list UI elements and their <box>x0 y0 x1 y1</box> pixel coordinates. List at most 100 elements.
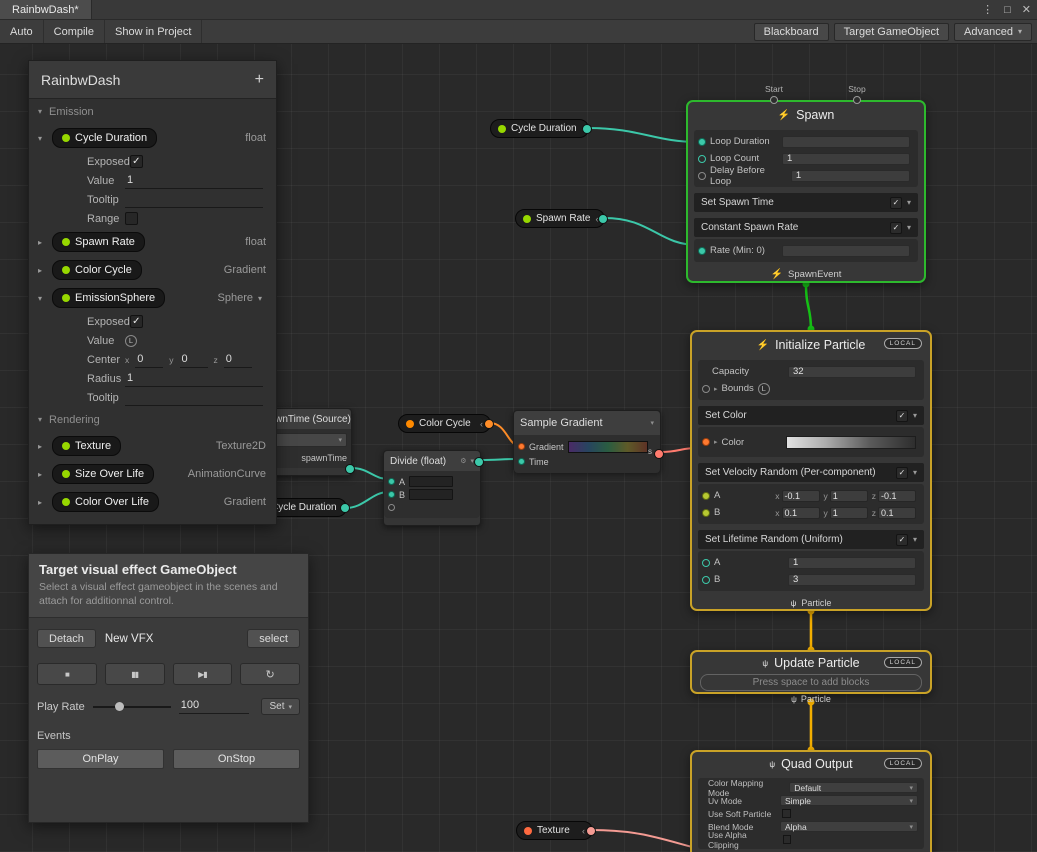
chevron-right-icon[interactable]: ▸ <box>38 498 46 507</box>
center-y-field[interactable]: 0 <box>180 352 208 368</box>
param-cycle-duration[interactable]: ▾ Cycle Duration float <box>29 124 276 152</box>
texture-output-port[interactable] <box>586 826 596 836</box>
chevron-down-icon[interactable]: ▾ <box>650 419 654 427</box>
initialize-particle-node[interactable]: ⚡ Initialize Particle LOCAL Capacity 32 … <box>690 330 932 611</box>
compile-button[interactable]: Compile <box>44 20 105 43</box>
set-spawn-time-block[interactable]: Set Spawn Time ✓ ▾ <box>694 193 918 212</box>
color-mapping-dropdown[interactable]: Default ▾ <box>789 782 918 793</box>
block-enabled-checkbox[interactable]: ✓ <box>896 467 908 479</box>
update-particle-node[interactable]: ψ Update Particle LOCAL Press space to a… <box>690 650 932 694</box>
chevron-down-icon[interactable]: ▾ <box>913 468 917 477</box>
param-size-over-life[interactable]: ▸ Size Over Life AnimationCurve <box>29 460 276 488</box>
cycle-duration-output-port[interactable] <box>582 124 592 134</box>
param-color-cycle[interactable]: ▸ Color Cycle Gradient <box>29 256 276 284</box>
chevron-down-icon[interactable]: ▾ <box>38 294 46 303</box>
advanced-dropdown[interactable]: Advanced ▾ <box>954 23 1032 41</box>
delay-port[interactable] <box>698 172 706 180</box>
pause-button[interactable]: ▮▮ <box>105 663 165 685</box>
lifetime-b-port[interactable] <box>702 576 710 584</box>
cycle-duration-param-node[interactable]: Cycle Duration ‹ <box>490 119 589 138</box>
block-enabled-checkbox[interactable]: ✓ <box>890 197 902 209</box>
uv-mode-dropdown[interactable]: Simple ▾ <box>780 795 918 806</box>
chevron-right-icon[interactable]: ▸ <box>714 385 718 393</box>
velocity-b-x-field[interactable]: 0.1 <box>782 507 820 519</box>
texture-pill[interactable]: Texture <box>52 436 121 456</box>
block-enabled-checkbox[interactable]: ✓ <box>896 534 908 546</box>
time-input-port[interactable] <box>518 458 525 465</box>
cycle-duration-pill[interactable]: Cycle Duration <box>52 128 157 148</box>
collapse-icon[interactable]: ‹ <box>582 826 585 836</box>
lifetime-a-port[interactable] <box>702 559 710 567</box>
chevron-down-icon[interactable]: ▾ <box>38 134 46 143</box>
sample-output-port[interactable] <box>654 449 664 459</box>
category-rendering[interactable]: ▾ Rendering <box>29 407 276 432</box>
color-port[interactable] <box>702 438 710 446</box>
block-enabled-checkbox[interactable]: ✓ <box>890 222 902 234</box>
divide-node-header[interactable]: Divide (float) ⚙ ▾ <box>384 451 480 471</box>
loop-duration-port[interactable] <box>698 138 706 146</box>
divide-node[interactable]: Divide (float) ⚙ ▾ A B <box>383 450 481 526</box>
color-gradient-field[interactable] <box>786 436 916 449</box>
alpha-clipping-checkbox[interactable] <box>783 835 791 844</box>
exposed-checkbox[interactable]: ✓ <box>130 155 143 168</box>
color-cycle-pill[interactable]: Color Cycle <box>52 260 142 280</box>
rate-field[interactable] <box>782 245 910 257</box>
spawn-rate-param-node[interactable]: Spawn Rate ‹ <box>515 209 605 228</box>
select-button[interactable]: select <box>247 629 300 648</box>
spawn-rate-pill[interactable]: Spawn Rate <box>52 232 145 252</box>
menu-icon[interactable]: ⋮ <box>982 3 993 16</box>
spawntime-output-port[interactable] <box>345 464 355 474</box>
value-link-button[interactable]: L <box>125 335 137 347</box>
color-cycle-param-node[interactable]: Color Cycle ‹ <box>398 414 491 433</box>
step-button[interactable]: ▶▮ <box>173 663 233 685</box>
slider-thumb[interactable] <box>115 702 124 711</box>
param-texture[interactable]: ▸ Texture Texture2D <box>29 432 276 460</box>
chevron-right-icon[interactable]: ▸ <box>38 238 46 247</box>
gradient-input-port[interactable] <box>518 443 525 450</box>
block-enabled-checkbox[interactable]: ✓ <box>896 410 908 422</box>
divide-output-port[interactable] <box>474 457 484 467</box>
category-emission[interactable]: ▾ Emission <box>29 99 276 124</box>
tooltip-field[interactable] <box>125 390 263 406</box>
chevron-down-icon[interactable]: ▾ <box>913 535 917 544</box>
divide-a-port[interactable] <box>388 478 395 485</box>
divide-extra-port[interactable] <box>388 504 395 511</box>
loop-count-port[interactable] <box>698 155 706 163</box>
chevron-right-icon[interactable]: ▸ <box>38 442 46 451</box>
param-color-over-life[interactable]: ▸ Color Over Life Gradient <box>29 488 276 516</box>
show-in-project-button[interactable]: Show in Project <box>105 20 202 43</box>
divide-b-field[interactable] <box>409 489 453 500</box>
emission-sphere-pill[interactable]: EmissionSphere <box>52 288 165 308</box>
velocity-a-port[interactable] <box>702 492 710 500</box>
center-x-field[interactable]: 0 <box>135 352 163 368</box>
blend-mode-dropdown[interactable]: Alpha ▾ <box>780 821 918 832</box>
soft-particle-checkbox[interactable] <box>782 809 791 818</box>
loop-duration-field[interactable] <box>782 136 910 148</box>
lifetime-a-field[interactable]: 1 <box>788 557 916 569</box>
chevron-down-icon[interactable]: ▾ <box>907 223 911 232</box>
chevron-down-icon[interactable]: ▾ <box>913 411 917 420</box>
range-checkbox[interactable] <box>125 212 138 225</box>
color-over-life-pill[interactable]: Color Over Life <box>52 492 159 512</box>
delay-field[interactable]: 1 <box>791 170 910 182</box>
initialize-node-header[interactable]: ⚡ Initialize Particle LOCAL <box>692 332 930 358</box>
velocity-b-z-field[interactable]: 0.1 <box>878 507 916 519</box>
chevron-down-icon[interactable]: ▾ <box>258 294 266 303</box>
chevron-right-icon[interactable]: ▸ <box>714 438 718 446</box>
chevron-down-icon[interactable]: ▾ <box>907 198 911 207</box>
close-icon[interactable]: ✕ <box>1022 3 1031 16</box>
gear-icon[interactable]: ⚙ <box>460 457 466 465</box>
stop-button[interactable]: ■ <box>37 663 97 685</box>
cycle-duration-output-port-2[interactable] <box>340 503 350 513</box>
update-node-header[interactable]: ψ Update Particle LOCAL <box>692 652 930 674</box>
gradient-preview[interactable] <box>568 441 648 453</box>
set-rate-button[interactable]: Set ▾ <box>261 698 300 715</box>
quad-output-node[interactable]: ψ Quad Output LOCAL Color Mapping Mode D… <box>690 750 932 852</box>
velocity-a-y-field[interactable]: 1 <box>830 490 868 502</box>
divide-b-port[interactable] <box>388 491 395 498</box>
loop-count-field[interactable]: 1 <box>782 153 910 165</box>
lifetime-b-field[interactable]: 3 <box>788 574 916 586</box>
spawn-stop-port[interactable] <box>853 96 861 104</box>
color-cycle-output-port[interactable] <box>484 419 494 429</box>
add-block-placeholder[interactable]: Press space to add blocks <box>700 674 922 691</box>
